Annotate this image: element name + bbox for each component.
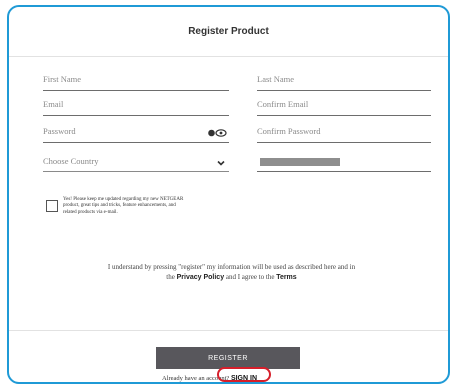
confirm-email-field[interactable]: Confirm Email [257, 96, 431, 116]
redacted-content [260, 158, 340, 166]
last-name-placeholder: Last Name [257, 74, 295, 84]
first-name-field[interactable]: First Name [43, 71, 229, 91]
email-field[interactable]: Email [43, 96, 229, 116]
privacy-policy-link[interactable]: Privacy Policy [177, 274, 224, 281]
footer-divider [9, 330, 448, 331]
confirm-password-placeholder: Confirm Password [257, 126, 321, 136]
redacted-field[interactable] [257, 153, 431, 172]
sign-in-highlight-ring [217, 367, 271, 382]
consent-checkbox[interactable] [46, 200, 58, 212]
first-name-placeholder: First Name [43, 74, 82, 84]
consent-text: Yes! Please keep me updated regarding my… [63, 197, 184, 215]
terms-link[interactable]: Terms [276, 274, 297, 281]
register-button[interactable]: REGISTER [156, 347, 300, 369]
password-field[interactable]: Password [43, 123, 229, 143]
email-placeholder: Email [43, 99, 64, 109]
country-placeholder: Choose Country [43, 156, 99, 166]
last-name-field[interactable]: Last Name [257, 71, 431, 91]
country-select[interactable]: Choose Country [43, 153, 229, 172]
eye-icon[interactable] [207, 128, 227, 138]
panel-header: Register Product [9, 7, 448, 57]
page-title: Register Product [188, 26, 269, 37]
legal-notice: I understand by pressing "register" my i… [104, 263, 359, 282]
confirm-password-field[interactable]: Confirm Password [257, 123, 431, 143]
legal-text-middle: and I agree to the [225, 272, 275, 281]
confirm-email-placeholder: Confirm Email [257, 99, 309, 109]
password-placeholder: Password [43, 126, 76, 136]
register-product-panel: Register Product First Name Last Name Em… [7, 5, 450, 384]
chevron-down-icon [217, 160, 225, 166]
